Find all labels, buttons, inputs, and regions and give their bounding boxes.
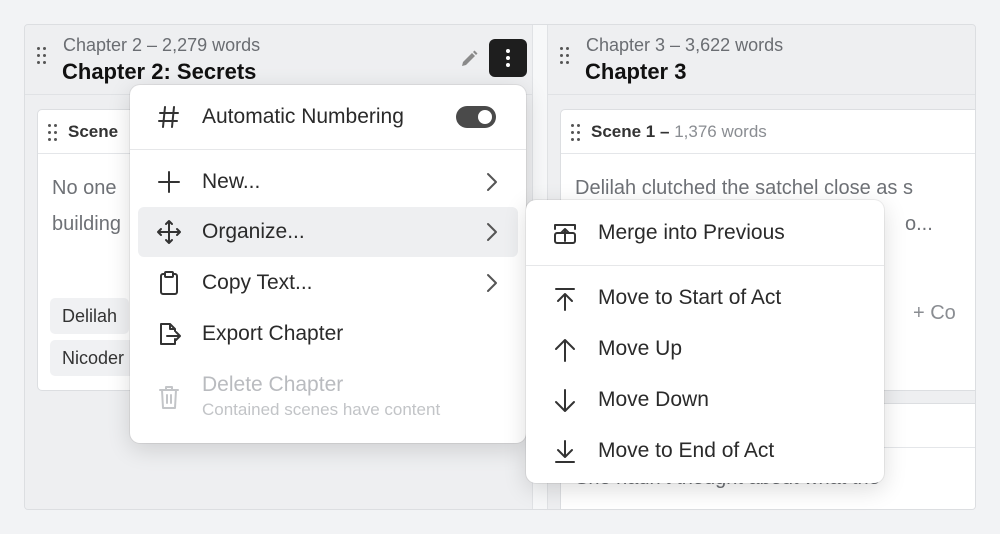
menu-item-move-down[interactable]: Move Down xyxy=(526,375,884,425)
scene-card-header: Scene 1 – 1,376 words xyxy=(561,110,975,154)
menu-item-label: Merge into Previous xyxy=(598,221,785,244)
menu-item-label: Automatic Numbering xyxy=(202,105,404,128)
automatic-numbering-toggle[interactable] xyxy=(456,106,496,128)
menu-item-move-to-end[interactable]: Move to End of Act xyxy=(526,426,884,476)
menu-divider xyxy=(130,149,526,150)
kebab-icon xyxy=(506,49,510,67)
menu-item-label: Move to End of Act xyxy=(598,439,775,462)
drag-handle-icon[interactable] xyxy=(571,124,581,144)
scene-title-label: Scene 1 – xyxy=(591,122,670,141)
chapter-meta: Chapter 3 – 3,622 words xyxy=(586,35,784,55)
move-icon xyxy=(156,219,182,245)
chevron-right-icon xyxy=(484,221,500,243)
merge-icon xyxy=(552,221,578,247)
chapter-options-menu: Automatic Numbering New... Organize... C… xyxy=(130,85,526,443)
menu-item-label: Move Up xyxy=(598,337,683,360)
menu-item-move-up[interactable]: Move Up xyxy=(526,324,884,374)
organize-submenu: Merge into Previous Move to Start of Act… xyxy=(526,200,884,483)
drag-handle-icon[interactable] xyxy=(48,124,58,144)
menu-item-label: Move Down xyxy=(598,388,709,411)
chevron-right-icon xyxy=(484,272,500,294)
drag-handle-icon[interactable] xyxy=(37,47,47,67)
pencil-icon[interactable] xyxy=(459,49,479,69)
trash-icon xyxy=(156,384,182,410)
drag-handle-icon[interactable] xyxy=(560,47,570,67)
chapter-meta: Chapter 2 – 2,279 words xyxy=(63,35,261,55)
menu-item-label: Delete Chapter xyxy=(202,373,344,396)
menu-item-export-chapter[interactable]: Export Chapter xyxy=(138,309,518,359)
menu-item-organize[interactable]: Organize... xyxy=(138,207,518,257)
menu-item-copy-text[interactable]: Copy Text... xyxy=(138,258,518,308)
arrow-down-icon xyxy=(552,388,578,414)
scene-title: Scene 1 – 1,376 words xyxy=(591,122,767,142)
menu-item-delete-chapter: Delete Chapter Contained scenes have con… xyxy=(138,360,518,424)
chapter-title[interactable]: Chapter 3 xyxy=(585,59,686,85)
menu-item-hint: Contained scenes have content xyxy=(202,400,441,419)
menu-item-label: Export Chapter xyxy=(202,322,344,345)
arrow-up-icon xyxy=(552,337,578,363)
menu-divider xyxy=(526,265,884,266)
scene-word-count: 1,376 words xyxy=(674,122,767,141)
menu-item-label: Copy Text... xyxy=(202,271,313,294)
plus-icon xyxy=(156,169,182,195)
chapter-header: Chapter 3 – 3,622 words Chapter 3 xyxy=(548,25,975,95)
menu-item-label: Move to Start of Act xyxy=(598,286,782,309)
chevron-right-icon xyxy=(484,171,500,193)
add-codex-button[interactable]: + Co xyxy=(913,302,956,325)
scene-title: Scene xyxy=(68,122,119,141)
menu-item-merge-into-previous[interactable]: Merge into Previous xyxy=(526,208,884,258)
menu-item-label: Organize... xyxy=(202,220,305,243)
arrow-to-top-icon xyxy=(552,286,578,312)
menu-item-new[interactable]: New... xyxy=(138,157,518,207)
hash-icon xyxy=(156,104,182,130)
character-tag[interactable]: Nicoder xyxy=(50,340,137,376)
chapter-title[interactable]: Chapter 2: Secrets xyxy=(62,59,256,85)
menu-item-move-to-start[interactable]: Move to Start of Act xyxy=(526,273,884,323)
clipboard-icon xyxy=(156,270,182,296)
character-tag[interactable]: Delilah xyxy=(50,298,130,334)
export-icon xyxy=(156,321,182,347)
chapter-options-button[interactable] xyxy=(489,39,527,77)
menu-item-automatic-numbering[interactable]: Automatic Numbering xyxy=(138,92,518,142)
menu-item-label: New... xyxy=(202,170,261,193)
arrow-to-bottom-icon xyxy=(552,439,578,465)
